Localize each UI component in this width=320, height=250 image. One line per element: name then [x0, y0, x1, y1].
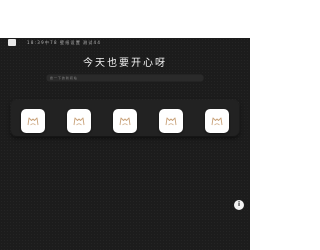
topbar-item-test[interactable]: 测 试 4 4: [83, 39, 100, 46]
shortcut-tile-1[interactable]: [21, 109, 45, 133]
shortcut-dock: [11, 100, 239, 136]
app-stage: 1 8 : 3 9 中 7 8 壁 纸 设 置 测 试 4 4 今天也要开心呀 …: [0, 38, 250, 250]
topbar-item-wallpaper[interactable]: 壁 纸 设 置: [60, 39, 80, 46]
search-input[interactable]: 搜 一 下 的 新 闻 站: [46, 74, 204, 82]
cat-logo-icon: [73, 117, 85, 126]
info-icon: i: [237, 201, 241, 208]
shortcut-tile-2[interactable]: [67, 109, 91, 133]
cat-logo-icon: [165, 117, 177, 126]
cat-logo-icon: [211, 117, 223, 126]
cat-logo-icon: [27, 117, 39, 126]
info-button[interactable]: i: [234, 200, 244, 210]
shortcut-tile-3[interactable]: [113, 109, 137, 133]
cat-logo-icon: [119, 117, 131, 126]
search-placeholder: 搜 一 下 的 新 闻 站: [50, 76, 77, 80]
topbar-item-time: 1 8 : 3 9 中 7 8: [27, 40, 57, 45]
shortcut-tile-5[interactable]: [205, 109, 229, 133]
page-title: 今天也要开心呀: [83, 58, 167, 69]
shortcut-tile-4[interactable]: [159, 109, 183, 133]
menu-icon[interactable]: [8, 39, 16, 46]
top-bar: 1 8 : 3 9 中 7 8 壁 纸 设 置 测 试 4 4: [0, 38, 250, 48]
